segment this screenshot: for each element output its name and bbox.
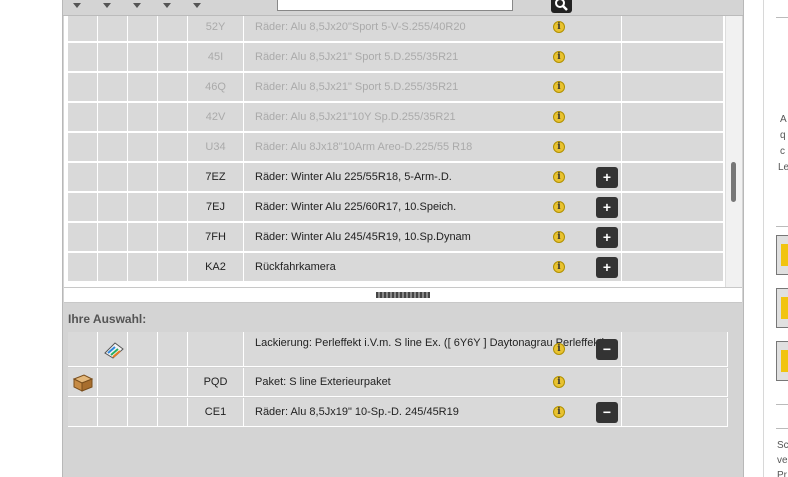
option-code: KA2 <box>188 253 244 282</box>
info-icon[interactable]: i <box>553 231 565 243</box>
package-box-icon <box>72 374 94 392</box>
magnifier-icon <box>555 0 568 11</box>
option-code: 7EZ <box>188 163 244 192</box>
side-text-line: A <box>780 114 787 125</box>
selection-code: CE1 <box>188 398 244 427</box>
option-label: Räder: Alu 8,5Jx21"10Y Sp.D.255/35R21 <box>244 103 622 132</box>
table-row: 45I Räder: Alu 8,5Jx21" Sport 5.D.255/35… <box>68 43 723 73</box>
side-text-line: q <box>780 130 786 141</box>
selection-code <box>188 332 244 367</box>
add-option-button[interactable]: + <box>596 167 618 188</box>
options-scrollbar[interactable] <box>725 16 742 287</box>
info-icon[interactable]: i <box>553 171 565 183</box>
filter-dropdown-3-icon[interactable] <box>133 3 141 8</box>
search-input[interactable] <box>277 0 513 11</box>
side-footer-line: Pr <box>777 470 787 477</box>
add-option-button[interactable]: + <box>596 227 618 248</box>
selection-row: Lackierung: Perleffekt i.V.m. S line Ex.… <box>68 332 728 368</box>
filter-dropdown-4-icon[interactable] <box>163 3 171 8</box>
selection-table: Lackierung: Perleffekt i.V.m. S line Ex.… <box>68 332 728 428</box>
option-label: Räder: Alu 8,5Jx20"Sport 5-V-S.255/40R20 <box>244 16 622 42</box>
add-option-button[interactable]: + <box>596 197 618 218</box>
side-button-icon <box>781 350 788 372</box>
filter-dropdown-5-icon[interactable] <box>193 3 201 8</box>
panel-divider <box>64 287 742 303</box>
table-row: 52Y Räder: Alu 8,5Jx20"Sport 5-V-S.255/4… <box>68 16 723 43</box>
add-option-button[interactable]: + <box>596 257 618 278</box>
option-label: Rückfahrkamera <box>244 253 622 282</box>
remove-selection-button[interactable]: − <box>596 339 618 360</box>
option-label: Räder: Winter Alu 225/55R18, 5-Arm-.D. <box>244 163 622 192</box>
side-text-line: Le <box>778 162 788 173</box>
table-row: 46Q Räder: Alu 8,5Jx21" Sport 5.D.255/35… <box>68 73 723 103</box>
options-table: 52Y Räder: Alu 8,5Jx20"Sport 5-V-S.255/4… <box>68 16 723 285</box>
filter-dropdown-1-icon[interactable] <box>73 3 81 8</box>
filter-dropdown-2-icon[interactable] <box>103 3 111 8</box>
side-button-1[interactable] <box>776 235 788 275</box>
info-icon[interactable]: i <box>553 21 565 33</box>
selection-code: PQD <box>188 368 244 397</box>
option-label: Räder: Alu 8Jx18"10Arm Areo-D.225/55 R18 <box>244 133 622 162</box>
search-button[interactable] <box>551 0 572 13</box>
table-row: U34 Räder: Alu 8Jx18"10Arm Areo-D.225/55… <box>68 133 723 163</box>
info-icon[interactable]: i <box>553 376 565 388</box>
info-icon[interactable]: i <box>553 141 565 153</box>
resize-handle[interactable] <box>376 292 430 298</box>
info-icon[interactable]: i <box>553 111 565 123</box>
selection-label: Paket: S line Exterieurpaket <box>244 368 622 397</box>
info-icon[interactable]: i <box>553 406 565 418</box>
table-row: 7EZ Räder: Winter Alu 225/55R18, 5-Arm-.… <box>68 163 723 193</box>
selection-row: CE1 Räder: Alu 8,5Jx19" 10-Sp.-D. 245/45… <box>68 398 728 428</box>
table-row: KA2 Rückfahrkamera i + <box>68 253 723 283</box>
table-row: 42V Räder: Alu 8,5Jx21"10Y Sp.D.255/35R2… <box>68 103 723 133</box>
remove-selection-button[interactable]: − <box>596 402 618 423</box>
options-list-frame: 52Y Räder: Alu 8,5Jx20"Sport 5-V-S.255/4… <box>64 16 742 287</box>
option-code: 42V <box>188 103 244 132</box>
side-button-2[interactable] <box>776 288 788 328</box>
option-code: 46Q <box>188 73 244 102</box>
paint-palette-icon <box>104 342 124 359</box>
side-button-icon <box>781 244 788 266</box>
option-code: 7EJ <box>188 193 244 222</box>
option-code: 52Y <box>188 16 244 42</box>
right-info-panel: A q c Le Sc ve Pr <box>763 0 788 477</box>
option-code: 45I <box>188 43 244 72</box>
info-icon[interactable]: i <box>553 343 565 355</box>
configurator-panel: 52Y Räder: Alu 8,5Jx20"Sport 5-V-S.255/4… <box>62 0 744 477</box>
scrollbar-thumb[interactable] <box>731 162 736 202</box>
side-button-3[interactable] <box>776 341 788 381</box>
option-code: U34 <box>188 133 244 162</box>
info-icon[interactable]: i <box>553 51 565 63</box>
table-row: 7FH Räder: Winter Alu 245/45R19, 10.Sp.D… <box>68 223 723 253</box>
side-footer-line: Sc <box>777 440 788 451</box>
selection-label: Räder: Alu 8,5Jx19" 10-Sp.-D. 245/45R19 <box>244 398 622 427</box>
info-icon[interactable]: i <box>553 261 565 273</box>
option-label: Räder: Winter Alu 225/60R17, 10.Speich. <box>244 193 622 222</box>
selection-heading: Ihre Auswahl: <box>68 312 147 326</box>
selection-row: PQD Paket: S line Exterieurpaket i <box>68 368 728 398</box>
table-row: 7EJ Räder: Winter Alu 225/60R17, 10.Spei… <box>68 193 723 223</box>
side-button-icon <box>781 297 788 319</box>
selection-label: Lackierung: Perleffekt i.V.m. S line Ex.… <box>244 332 622 367</box>
side-text-line: c <box>780 146 785 157</box>
info-icon[interactable]: i <box>553 201 565 213</box>
side-footer-line: ve <box>777 455 788 466</box>
option-label: Räder: Alu 8,5Jx21" Sport 5.D.255/35R21 <box>244 43 622 72</box>
info-icon[interactable]: i <box>553 81 565 93</box>
option-code: 7FH <box>188 223 244 252</box>
option-label: Räder: Alu 8,5Jx21" Sport 5.D.255/35R21 <box>244 73 622 102</box>
filter-bar <box>63 0 743 16</box>
option-label: Räder: Winter Alu 245/45R19, 10.Sp.Dynam <box>244 223 622 252</box>
